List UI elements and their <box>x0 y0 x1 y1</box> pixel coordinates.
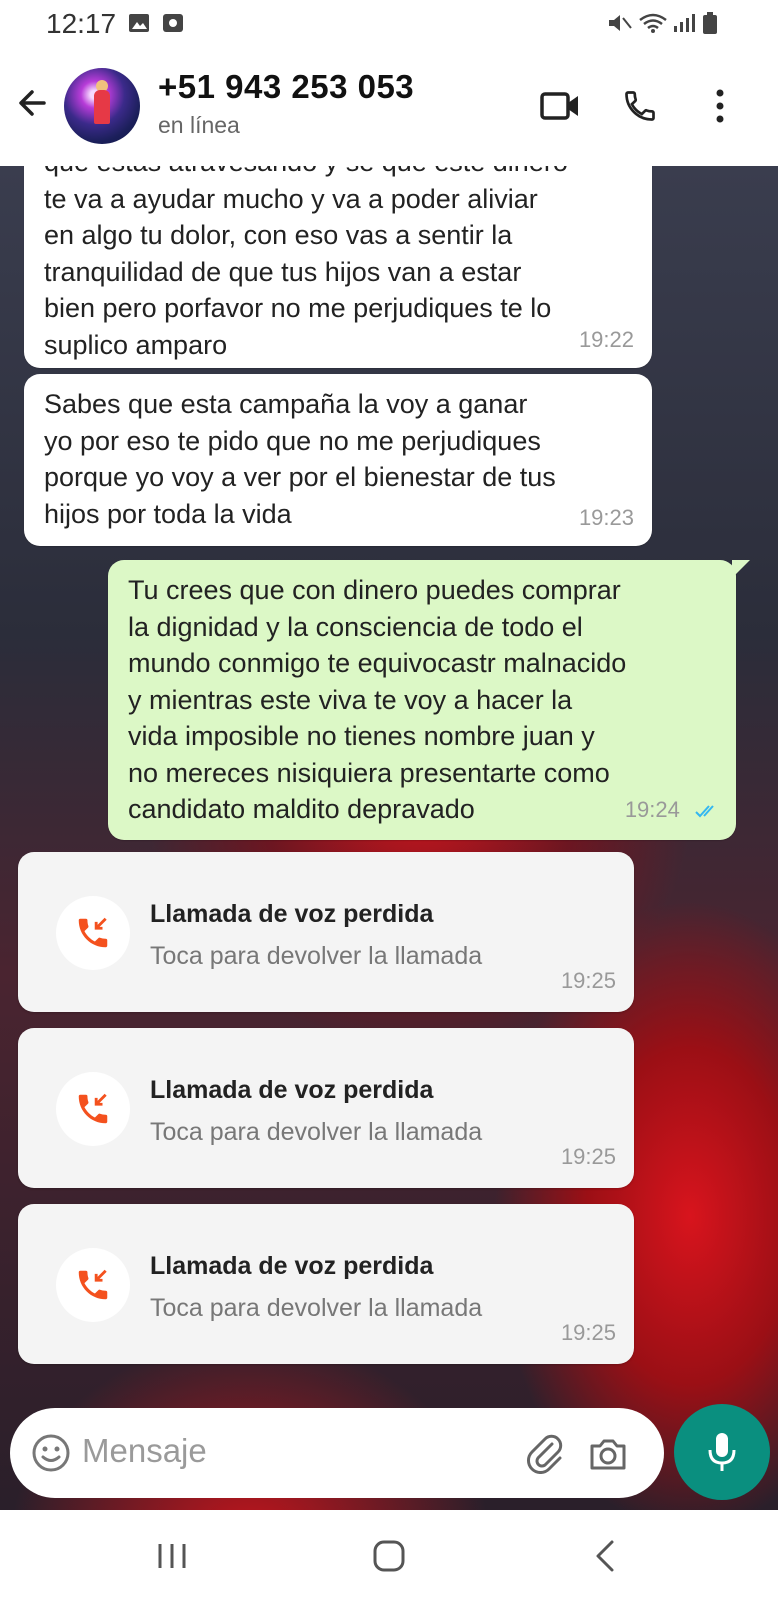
missed-call-title: Llamada de voz perdida <box>150 1076 434 1104</box>
incoming-message[interactable]: Sabes que esta campaña la voy a ganar yo… <box>24 374 652 546</box>
message-status: 19:24 <box>625 792 720 829</box>
missed-call-time: 19:25 <box>560 1144 616 1169</box>
missed-call-icon-wrap <box>56 1248 130 1322</box>
message-line: porque yo voy a ver por el bienestar de … <box>44 462 556 492</box>
missed-call-icon <box>78 917 108 948</box>
missed-call-icon <box>78 1269 108 1300</box>
message-line: mundo conmigo te equivocastr malnacido <box>128 648 627 678</box>
missed-call-card[interactable]: Llamada de voz perdida Toca para devolve… <box>18 1204 634 1364</box>
outgoing-message[interactable]: Tu crees que con dinero puedes comprar l… <box>108 560 750 840</box>
message-time: 19:24 <box>624 796 680 822</box>
message-input[interactable]: Mensaje <box>82 1432 207 1470</box>
emoji-icon[interactable] <box>30 1432 72 1474</box>
video-call-button[interactable] <box>538 84 582 128</box>
status-time: 12:17 <box>46 8 117 39</box>
message-line: y mientras este viva te voy a hacer la <box>128 684 573 715</box>
message-time: 19:22 <box>578 326 634 352</box>
video-call-icon <box>540 92 578 120</box>
message-line: yo por eso te pido que no me perjudiques <box>44 425 541 456</box>
recents-icon[interactable] <box>150 1534 194 1578</box>
voice-call-button[interactable] <box>618 84 662 128</box>
avatar[interactable] <box>64 68 140 144</box>
message-composer[interactable]: Mensaje <box>10 1408 664 1498</box>
phone-icon <box>625 91 655 121</box>
missed-call-card[interactable]: Llamada de voz perdida Toca para devolve… <box>18 1028 634 1188</box>
contact-name[interactable]: +51 943 253 053 <box>158 68 414 106</box>
contact-status: en línea <box>158 112 240 138</box>
chat-area[interactable]: que estas atravesando y se que este dine… <box>0 166 778 1510</box>
mic-icon <box>708 1433 736 1471</box>
missed-call-icon <box>78 1093 108 1124</box>
missed-call-subtitle[interactable]: Toca para devolver la llamada <box>150 942 482 971</box>
missed-call-icon-wrap <box>56 896 130 970</box>
missed-call-subtitle[interactable]: Toca para devolver la llamada <box>150 1118 482 1147</box>
more-vert-icon <box>716 89 724 123</box>
missed-call-time: 19:25 <box>560 968 616 993</box>
message-line: Sabes que esta campaña la voy a ganar <box>44 389 528 419</box>
read-ticks-icon <box>695 805 714 818</box>
back-arrow-icon[interactable] <box>14 84 52 122</box>
message-line: en algo tu dolor, con eso vas a sentir l… <box>44 220 513 250</box>
message-line: bien pero porfavor no me perjudiques te … <box>44 293 552 323</box>
wifi-icon <box>639 13 667 33</box>
message-line: vida imposible no tienes nombre juan y <box>128 721 595 751</box>
message-line: hijos por toda la vida <box>44 498 292 529</box>
missed-call-title: Llamada de voz perdida <box>150 900 434 928</box>
message-line: que estas atravesando y se que este dine… <box>44 166 632 181</box>
mute-icon <box>609 15 632 31</box>
message-line: te va a ayudar mucho y va a poder alivia… <box>44 183 538 214</box>
status-bar: 12:17 <box>0 0 778 46</box>
incoming-message[interactable]: que estas atravesando y se que este dine… <box>24 166 652 368</box>
message-time: 19:23 <box>578 504 634 530</box>
missed-call-icon-wrap <box>56 1072 130 1146</box>
missed-call-card[interactable]: Llamada de voz perdida Toca para devolve… <box>18 852 634 1012</box>
square-dot-icon <box>163 14 183 32</box>
message-line: Tu crees que con dinero puedes comprar <box>128 575 621 605</box>
missed-call-time: 19:25 <box>560 1320 616 1345</box>
bubble-tail <box>732 560 750 578</box>
message-line: la dignidad y la consciencia de todo el <box>128 611 583 642</box>
more-options-button[interactable] <box>698 84 742 128</box>
missed-call-subtitle[interactable]: Toca para devolver la llamada <box>150 1294 482 1323</box>
battery-icon <box>703 12 717 34</box>
message-line: tranquilidad de que tus hijos van a esta… <box>44 256 522 287</box>
camera-icon[interactable] <box>586 1432 630 1476</box>
system-nav-bar <box>0 1510 778 1600</box>
mic-button[interactable] <box>674 1404 770 1500</box>
home-icon[interactable] <box>367 1534 411 1578</box>
chat-header: +51 943 253 053 en línea <box>0 46 778 167</box>
message-line: suplico amparo <box>44 329 228 360</box>
signal-icon <box>674 14 695 32</box>
image-icon <box>129 14 149 32</box>
message-line: no mereces nisiquiera presentarte como <box>128 757 610 788</box>
back-icon[interactable] <box>584 1534 628 1578</box>
missed-call-title: Llamada de voz perdida <box>150 1252 434 1280</box>
attach-icon[interactable] <box>522 1430 566 1474</box>
